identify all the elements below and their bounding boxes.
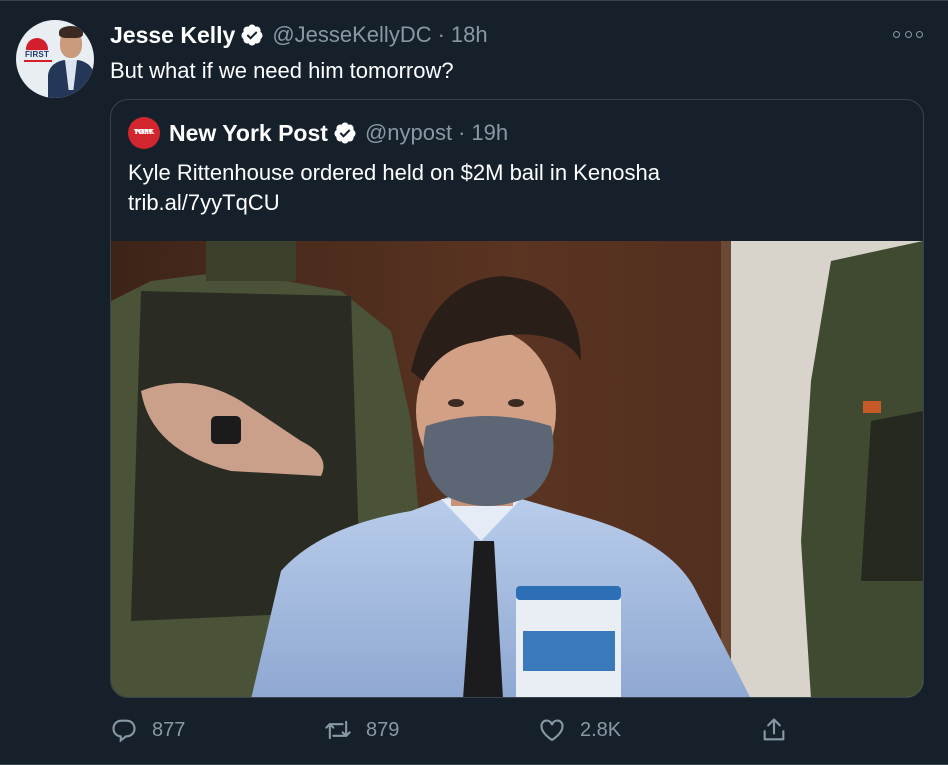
action-bar: 877 879 2.8K [110, 712, 924, 748]
tweet-time[interactable]: 18h [451, 22, 488, 48]
like-button[interactable]: 2.8K [538, 712, 621, 748]
quote-header: NEW YORK POST New York Post @nypost · 19h [128, 117, 509, 149]
quote-author-handle: @nypost [364, 120, 453, 145]
quote-photo[interactable] [111, 241, 923, 697]
share-icon [763, 718, 785, 741]
tweet-header: Jesse Kelly @JesseKellyDC · 18h [110, 20, 488, 50]
tweet-text: But what if we need him tomorrow? [110, 58, 454, 83]
reply-count: 877 [152, 718, 186, 741]
share-button[interactable] [760, 712, 802, 748]
separator-dot: · [458, 120, 466, 145]
retweet-button[interactable]: 879 [324, 712, 399, 748]
author-name[interactable]: Jesse Kelly [110, 22, 235, 49]
separator-dot: · [437, 22, 445, 47]
verified-icon [241, 24, 263, 46]
reply-icon [112, 719, 136, 743]
like-count: 2.8K [580, 718, 622, 741]
retweet-icon [325, 720, 351, 740]
quote-text: Kyle Rittenhouse ordered held on $2M bai… [128, 158, 908, 218]
courtroom-photo [111, 241, 923, 697]
quote-headline: Kyle Rittenhouse ordered held on $2M bai… [128, 160, 661, 185]
verified-icon [334, 122, 356, 144]
quoted-tweet[interactable]: NEW YORK POST New York Post @nypost · 19h … [110, 99, 924, 698]
quote-author-name: New York Post [169, 119, 328, 146]
author-avatar[interactable]: FIRST [16, 20, 94, 98]
quote-time: 19h [471, 120, 509, 145]
like-icon [540, 719, 564, 742]
retweet-count: 879 [366, 718, 400, 741]
quote-link[interactable]: trib.al/7yyTqCU [128, 188, 908, 218]
author-handle[interactable]: @JesseKellyDC [272, 22, 431, 48]
quote-avatar: NEW YORK POST [128, 117, 160, 149]
reply-button[interactable]: 877 [110, 712, 185, 748]
first-logo: FIRST [24, 38, 52, 68]
top-divider [0, 0, 948, 1]
more-icon[interactable] [893, 26, 923, 42]
